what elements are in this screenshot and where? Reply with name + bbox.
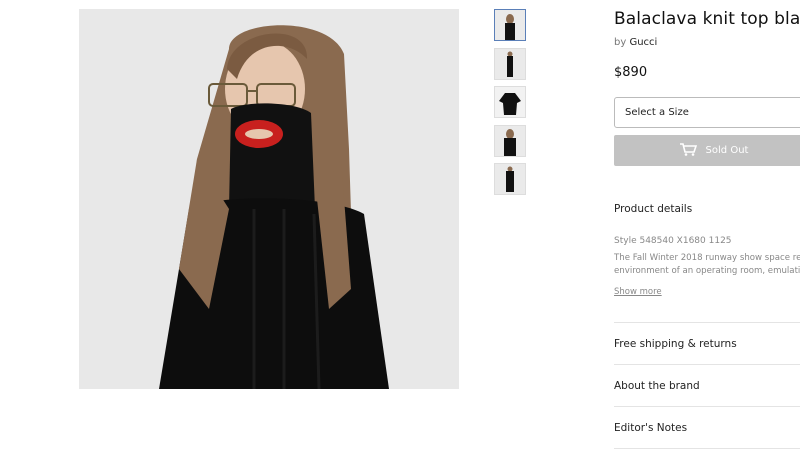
product-byline: by Gucci — [614, 37, 657, 48]
thumbnail-5[interactable] — [494, 163, 526, 195]
divider — [614, 364, 800, 365]
description-line: The Fall Winter 2018 runway show space r… — [614, 253, 800, 263]
shipping-returns-accordion[interactable]: Free shipping & returns — [614, 338, 737, 350]
thumbnail-1[interactable] — [494, 9, 526, 41]
sold-out-button[interactable]: Sold Out — [614, 135, 800, 166]
product-details-heading[interactable]: Product details — [614, 203, 692, 215]
show-more-link[interactable]: Show more — [614, 287, 662, 297]
product-price: $890 — [614, 65, 648, 80]
sold-out-label: Sold Out — [705, 145, 749, 156]
product-description: The Fall Winter 2018 runway show space r… — [614, 252, 800, 278]
main-product-image[interactable] — [79, 9, 459, 389]
product-title: Balaclava knit top black — [614, 9, 800, 29]
size-select-label: Select a Size — [625, 107, 689, 118]
brand-link[interactable]: Gucci — [629, 37, 657, 48]
description-line: environment of an operating room, emulat… — [614, 266, 800, 276]
shopping-cart-icon — [679, 142, 697, 159]
divider — [614, 322, 800, 323]
divider — [614, 406, 800, 407]
style-code: Style 548540 X1680 1125 — [614, 236, 732, 246]
product-details-panel: Balaclava knit top black by Gucci $890 S… — [614, 0, 800, 450]
about-brand-accordion[interactable]: About the brand — [614, 380, 700, 392]
size-select[interactable]: Select a Size — [614, 97, 800, 128]
thumbnail-strip — [494, 9, 526, 202]
thumbnail-4[interactable] — [494, 124, 526, 157]
thumbnail-3[interactable] — [494, 86, 526, 118]
editors-notes-accordion[interactable]: Editor's Notes — [614, 422, 687, 434]
byline-prefix: by — [614, 37, 627, 48]
divider — [614, 448, 800, 449]
thumbnail-2[interactable] — [494, 47, 526, 80]
